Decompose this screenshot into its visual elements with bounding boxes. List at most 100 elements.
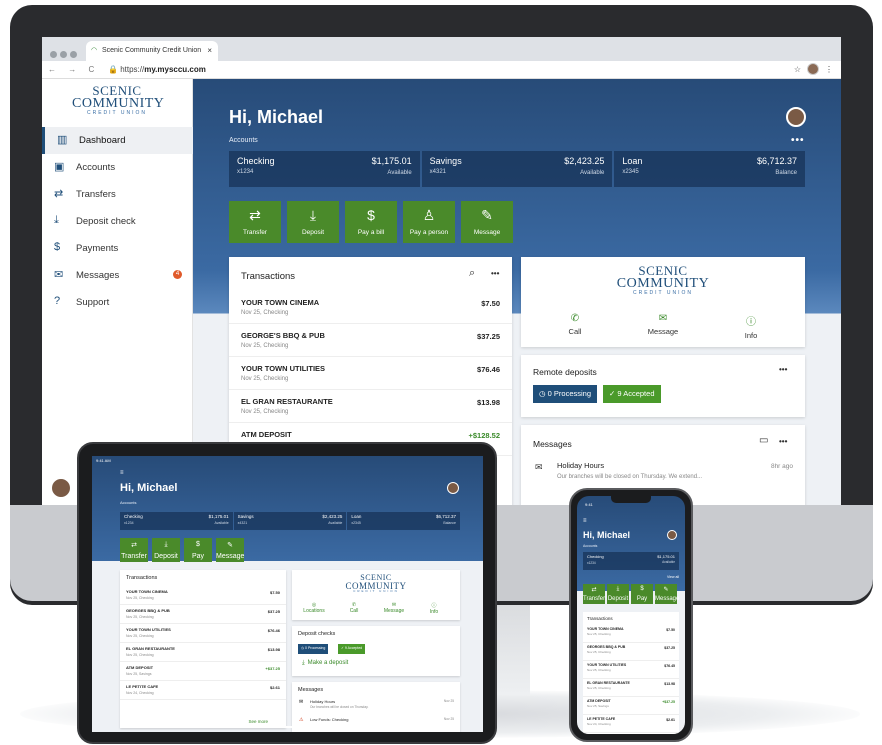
list-item[interactable]: ⚠ Low Funds: Checking Nov 25: [292, 716, 460, 732]
tablet-deposit-button[interactable]: ⤓ Deposit: [152, 538, 180, 562]
tablet-accounts-label: Accounts: [120, 500, 137, 505]
menu-icon[interactable]: ⋮: [825, 65, 833, 74]
tablet-info-button[interactable]: ⓘ Info: [416, 602, 452, 615]
phone-menu-icon[interactable]: ≡: [583, 518, 587, 524]
search-icon[interactable]: ⌕: [469, 267, 475, 280]
sidebar-item-deposit-check[interactable]: ⤓ Deposit check: [42, 208, 193, 235]
table-row[interactable]: GEORGE'S BBQ & PUB Nov 25, Checking $37.25: [229, 324, 512, 357]
sidebar-item-label: Accounts: [76, 162, 116, 173]
scenic-logo[interactable]: SCENIC COMMUNITY CREDIT UNION: [72, 84, 164, 115]
table-row[interactable]: EL GRAN RESTAURANTE Nov 25, Checking $13.9…: [229, 390, 512, 423]
locations-button[interactable]: ◎ Locations: [296, 602, 332, 614]
sidebar-item-transfers[interactable]: ⇄ Transfers: [42, 181, 193, 208]
address-bar[interactable]: ← → C 🔒 https://my.mysccu.com ☆ ⋮: [42, 61, 841, 79]
table-row[interactable]: GEORGES BBQ & PUB Nov 25, Checking $37.25: [583, 643, 679, 661]
transactions-more-icon[interactable]: •••: [491, 269, 499, 278]
table-row[interactable]: GEORGES BBQ & PUB Nov 25, Checking $37.25: [120, 605, 286, 624]
list-item[interactable]: ✉ Holiday Hours Our branches will be close…: [292, 698, 460, 714]
message-title: Holiday Hours: [310, 699, 336, 704]
url-text[interactable]: 🔒 https://my.mysccu.com: [108, 65, 206, 74]
user-avatar[interactable]: [50, 477, 72, 499]
phone-greeting: Hi, Michael: [583, 530, 631, 540]
accounts-more-icon[interactable]: •••: [791, 135, 805, 146]
table-row[interactable]: EL GRAN RESTAURANTE Nov 25, Checking $13.9…: [583, 679, 679, 697]
transfer-icon: ⇄: [131, 542, 137, 549]
tx-date: Nov 25, Checking: [587, 668, 611, 672]
make-deposit-button[interactable]: ⤓ Make a deposit: [302, 660, 351, 667]
phone-account-checking[interactable]: Checking x1234 $1,175.01 Available: [583, 552, 679, 570]
table-row[interactable]: ATM DEPOSIT Nov 25, Savings +$37.25: [583, 697, 679, 715]
phone-pay-button[interactable]: $ Pay: [631, 584, 653, 604]
sidebar-item-support[interactable]: ? Support: [42, 289, 193, 316]
account-checking[interactable]: Checking x1234 $1,175.01 Available: [229, 151, 420, 187]
sidebar-item-payments[interactable]: $ Payments: [42, 235, 193, 262]
account-type: Available: [328, 521, 343, 525]
processing-chip[interactable]: ◷ 0 Processing: [533, 385, 597, 403]
star-icon[interactable]: ☆: [794, 65, 801, 74]
tablet-brand-message-button[interactable]: ✉ Message: [376, 602, 412, 614]
list-item[interactable]: ✉ Holiday Hours Our branches will be clo…: [521, 459, 805, 489]
table-row[interactable]: YOUR TOWN UTILITIES Nov 25, Checking $76.4…: [583, 661, 679, 679]
pay-bill-button[interactable]: $ Pay a bill: [345, 201, 397, 243]
phone-avatar[interactable]: [667, 530, 677, 540]
tab-close-icon[interactable]: ×: [207, 46, 212, 55]
table-row[interactable]: YOUR TOWN CINEMA Nov 25, Checking $7.50: [229, 291, 512, 324]
tablet-processing-chip[interactable]: ◷ 0 Processing: [298, 644, 329, 654]
table-row[interactable]: YOUR TOWN CINEMA Nov 25, Checking $7.50: [120, 586, 286, 605]
deposit-icon: ⤓: [616, 586, 620, 592]
deposit-button[interactable]: ⤓ Deposit: [287, 201, 339, 243]
account-loan[interactable]: Loan x2345 $6,712.37 Balance: [614, 151, 806, 187]
tablet-account-savings[interactable]: Savings x4321 $2,423.25 Available: [233, 512, 347, 530]
compose-icon[interactable]: ▭: [759, 435, 768, 446]
nav-buttons[interactable]: ← → C: [48, 65, 99, 74]
tx-date: Nov 25, Checking: [241, 343, 289, 349]
remote-deposits-more-icon[interactable]: •••: [779, 365, 787, 374]
tx-name: YOUR TOWN CINEMA: [241, 298, 320, 307]
payment-icon: $: [54, 241, 61, 253]
table-row[interactable]: LE PETITE CAFE Nov 24, Checking $2.61: [583, 715, 679, 733]
view-all-link[interactable]: View all: [667, 575, 679, 579]
browser-tab[interactable]: ◠ Scenic Community Credit Union ×: [86, 41, 218, 61]
sidebar-item-dashboard[interactable]: ▥ Dashboard: [42, 127, 193, 154]
tablet-transfer-button[interactable]: ⇄ Transfer: [120, 538, 148, 562]
table-row[interactable]: EL GRAN RESTAURANTE Nov 25, Checking $13.9…: [120, 643, 286, 662]
see-more-link[interactable]: See more: [248, 719, 268, 724]
table-row[interactable]: ATM DEPOSIT Nov 25, Savings +$37.25: [120, 662, 286, 681]
sidebar-item-accounts[interactable]: ▣ Accounts: [42, 154, 193, 181]
tablet-branch-card: SCENIC COMMUNITY CREDIT UNION ◎ Locations…: [292, 570, 460, 620]
accepted-chip[interactable]: ✓ 9 Accepted: [603, 385, 661, 403]
sidebar-item-messages[interactable]: ✉ Messages 4: [42, 262, 193, 289]
tablet-call-button[interactable]: ✆ Call: [336, 602, 372, 614]
phone-deposit-button[interactable]: ⤓ Deposit: [607, 584, 629, 604]
account-savings[interactable]: Savings x4321 $2,423.25 Available: [421, 151, 613, 187]
phone-transactions-card: Transactions YOUR TOWN CINEMA Nov 25, Che…: [583, 612, 679, 734]
table-row[interactable]: YOUR TOWN UTILITIES Nov 25, Checking $76.4…: [229, 357, 512, 390]
accepted-label: 9 Accepted: [344, 646, 363, 650]
brand-message-button[interactable]: ✉ Message: [633, 313, 693, 336]
table-row[interactable]: YOUR TOWN UTILITIES Nov 25, Checking $76.4…: [120, 624, 286, 643]
transfer-button[interactable]: ⇄ Transfer: [229, 201, 281, 243]
tablet-account-loan[interactable]: Loan x2345 $6,712.37 Balance: [347, 512, 461, 530]
tx-amount: $13.98: [267, 647, 280, 652]
profile-avatar[interactable]: [807, 63, 819, 75]
message-button[interactable]: ✎ Message: [461, 201, 513, 243]
tablet-avatar[interactable]: [447, 482, 459, 494]
tx-date: Nov 25, Checking: [587, 632, 611, 636]
phone-transfer-button[interactable]: ⇄ Transfer: [583, 584, 605, 604]
phone-accounts-label: Accounts: [583, 544, 598, 548]
tablet-menu-icon[interactable]: ≡: [120, 470, 124, 476]
info-button[interactable]: ⓘ Info: [721, 313, 781, 340]
table-row[interactable]: LE PETITE CAFE Nov 24, Checking $2.61: [120, 681, 286, 700]
pay-person-button[interactable]: ♙ Pay a person: [403, 201, 455, 243]
tablet-message-button[interactable]: ✎ Message: [216, 538, 244, 562]
table-row[interactable]: YOUR TOWN CINEMA Nov 25, Checking $7.50: [583, 625, 679, 643]
header-avatar[interactable]: [786, 107, 806, 127]
tablet-pay-button[interactable]: $ Pay: [184, 538, 212, 562]
tablet-accepted-chip[interactable]: ✓ 9 Accepted: [338, 644, 366, 654]
messages-more-icon[interactable]: •••: [779, 437, 787, 446]
phone-message-button[interactable]: ✎ Message: [655, 584, 679, 604]
call-button[interactable]: ✆ Call: [545, 313, 605, 336]
scenic-logo: SCENIC COMMUNITY CREDIT UNION: [342, 574, 410, 593]
message-preview: Our branches will be closed on Thursday.…: [557, 474, 703, 480]
tablet-account-checking[interactable]: Checking x1234 $1,175.01 Available: [120, 512, 233, 530]
